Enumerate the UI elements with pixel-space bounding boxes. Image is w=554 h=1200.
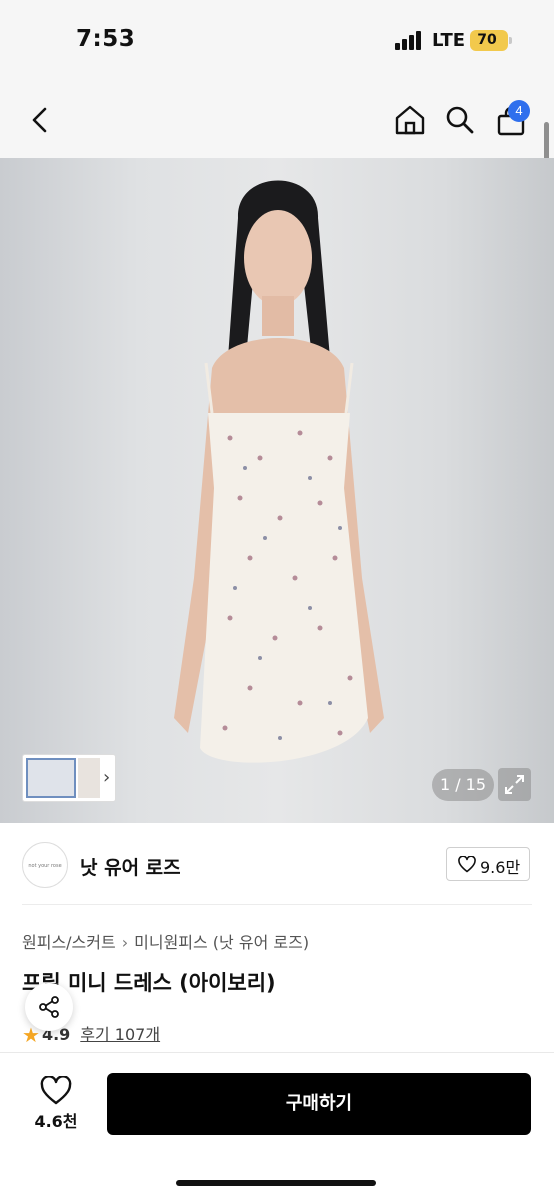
battery-icon: 70 (470, 30, 512, 51)
share-icon (39, 996, 59, 1018)
wishlist-heart-icon[interactable] (40, 1076, 72, 1106)
expand-icon (505, 775, 524, 794)
thumbnail-strip[interactable]: › (22, 754, 116, 802)
home-icon[interactable] (394, 104, 426, 136)
battery-level: 70 (477, 32, 497, 48)
divider (22, 904, 532, 905)
back-icon[interactable] (28, 106, 52, 134)
network-label: LTE (432, 30, 466, 51)
thumbnail-image[interactable] (26, 758, 76, 798)
image-counter: 1 / 15 (432, 769, 494, 801)
share-button[interactable] (25, 983, 73, 1031)
search-icon[interactable] (445, 105, 475, 135)
chevron-right-icon[interactable]: › (103, 767, 110, 788)
home-indicator (176, 1180, 376, 1186)
breadcrumb: 원피스/스커트 › 미니원피스 (낫 유어 로즈) (22, 929, 309, 953)
brand-like-button[interactable]: 9.6만 (446, 847, 530, 881)
heart-icon (458, 856, 476, 873)
buy-button[interactable]: 구매하기 (107, 1073, 531, 1135)
brand-like-count: 9.6만 (480, 858, 521, 877)
cart-badge: 4 (508, 100, 530, 122)
brand-name[interactable]: 낫 유어 로즈 (80, 853, 181, 880)
wishlist-count: 4.6천 (34, 1112, 78, 1131)
chevron-right-icon: › (121, 933, 129, 952)
signal-icon (395, 31, 423, 50)
expand-button[interactable] (498, 768, 531, 801)
product-image[interactable] (0, 158, 554, 823)
status-bar: 7:53 LTE 70 (0, 0, 554, 84)
breadcrumb-subcategory[interactable]: 미니원피스 (낫 유어 로즈) (134, 933, 309, 952)
model-photo (174, 180, 384, 763)
review-count-link[interactable]: 후기 107개 (80, 1025, 160, 1044)
status-time: 7:53 (76, 26, 136, 52)
breadcrumb-category[interactable]: 원피스/스커트 (22, 933, 116, 952)
brand-logo[interactable]: not your rose (22, 842, 68, 888)
thumbnail-image[interactable] (78, 758, 100, 798)
